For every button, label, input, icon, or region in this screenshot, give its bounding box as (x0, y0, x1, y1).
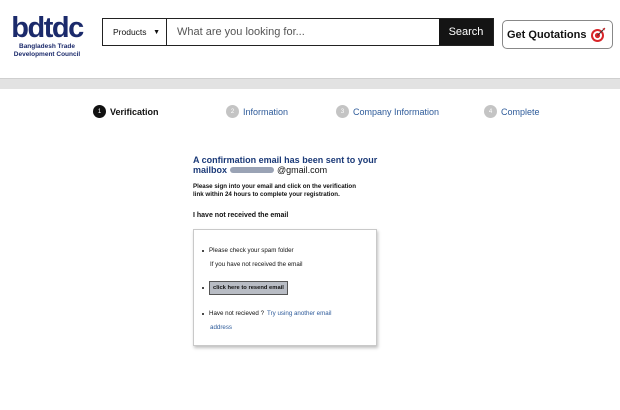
dropdown-caret-icon: ▼ (153, 28, 160, 36)
instructions-line-2: link within 24 hours to complete your re… (193, 190, 340, 198)
logo-line-2: Development Council (13, 50, 81, 58)
step-information[interactable]: 2 Information (226, 105, 288, 118)
list-item: Have not recieved ? Try using another em… (202, 310, 331, 317)
step-number: 4 (484, 105, 497, 118)
step-verification[interactable]: 1 Verification (93, 105, 159, 118)
get-quotations-label: Get Quotations (507, 28, 587, 41)
confirmation-headline: A confirmation email has been sent to yo… (193, 155, 378, 165)
spam-tip: Please check your spam folder (209, 247, 294, 254)
category-value: Products (113, 27, 147, 37)
redacted-email (230, 167, 275, 173)
instructions-line-1: Please sign into your email and click on… (193, 183, 356, 190)
confirmation-message: A confirmation email has been sent to yo… (193, 155, 393, 220)
logo-line-1: Bangladesh Trade (19, 43, 75, 50)
logo-wordmark-text: bdtdc (11, 14, 84, 42)
if-not-received-label: If you have not received the email (210, 261, 303, 268)
if-not-received-text: If you have not received the email (210, 261, 303, 268)
step-number: 1 (93, 105, 106, 118)
search-input[interactable] (167, 19, 439, 45)
bdtdc-logo[interactable]: bdtdc Bangladesh Trade Development Counc… (4, 14, 90, 58)
step-company-information[interactable]: 3 Company Information (336, 105, 439, 118)
have-not-received-text: Have not recieved ? (209, 310, 265, 317)
registration-steps: 1 Verification 2 Information 3 Company I… (0, 105, 620, 119)
not-received-heading: I have not received the email (193, 212, 289, 219)
list-item: click here to resend email (202, 281, 288, 295)
mailbox-label: mailbox (193, 165, 228, 175)
try-another-email-link[interactable]: Try using another email (267, 310, 331, 317)
step-complete[interactable]: 4 Complete (484, 105, 540, 118)
step-number: 3 (336, 105, 349, 118)
search-bar: Products ▼ Search (102, 18, 494, 46)
header-divider (0, 78, 620, 89)
list-item: Please check your spam folder (202, 247, 294, 254)
email-domain: @gmail.com (277, 165, 328, 175)
site-header: bdtdc Bangladesh Trade Development Counc… (0, 0, 620, 78)
step-label: Company Information (353, 106, 440, 117)
logo-caption: Bangladesh Trade Development Council (4, 43, 90, 58)
mailbox-line: mailbox @gmail.com (193, 165, 393, 175)
step-label: Information (243, 106, 289, 117)
category-select[interactable]: Products ▼ (103, 19, 167, 45)
search-button[interactable]: Search (439, 19, 493, 45)
try-another-email-continuation: address (210, 324, 232, 331)
bullet-icon (202, 249, 204, 252)
step-label: Verification (110, 106, 159, 117)
step-number: 2 (226, 105, 239, 118)
try-another-email-link-address[interactable]: address (210, 324, 232, 331)
step-label: Complete (501, 106, 540, 117)
resend-panel: Please check your spam folder If you hav… (193, 229, 377, 346)
logo-wordmark: bdtdc (11, 14, 85, 42)
resend-email-button[interactable]: click here to resend email (209, 281, 288, 295)
bullet-icon (202, 312, 204, 315)
bullet-icon (202, 287, 204, 289)
verification-instructions: Please sign into your email and click on… (193, 183, 393, 198)
get-quotations-button[interactable]: Get Quotations (502, 20, 613, 49)
target-icon (591, 27, 606, 42)
